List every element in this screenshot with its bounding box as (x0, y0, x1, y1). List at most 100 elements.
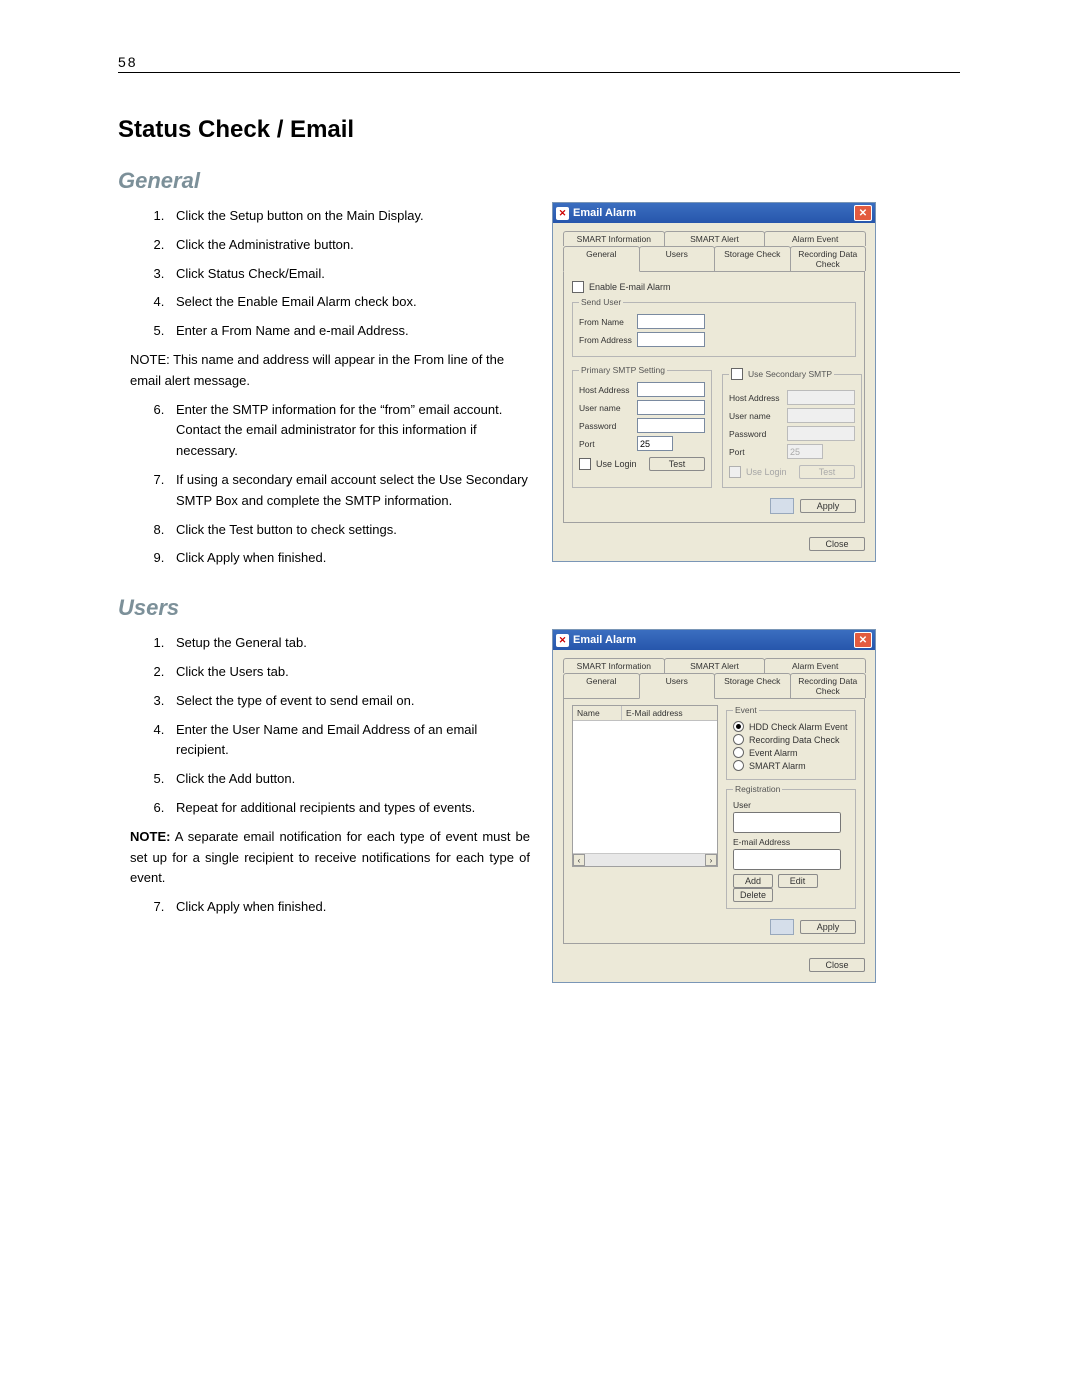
users-layout: Name E-Mail address ‹ › Event (572, 705, 856, 913)
tab-general[interactable]: General (563, 246, 640, 272)
event-hdd-check-radio[interactable]: HDD Check Alarm Event (733, 721, 849, 732)
use-secondary-smtp-checkbox[interactable]: Use Secondary SMTP (731, 368, 832, 380)
dialog-title: Email Alarm (573, 634, 636, 646)
secondary-port-label: Port (729, 447, 787, 457)
tab-smart-information[interactable]: SMART Information (563, 231, 665, 246)
email-alarm-dialog-general: ✕ Email Alarm ✕ SMART Information SMART … (552, 202, 876, 562)
tab-smart-alert[interactable]: SMART Alert (664, 231, 766, 246)
event-group: Event HDD Check Alarm Event Recording Da… (726, 705, 856, 780)
event-option-label: Recording Data Check (749, 735, 840, 745)
send-user-group: Send User From Name From Address (572, 297, 856, 357)
dialog-title: Email Alarm (573, 207, 636, 219)
from-address-input[interactable] (637, 332, 705, 347)
registration-group: Registration User E-mail Address Add Edi… (726, 784, 856, 909)
secondary-host-input[interactable] (787, 390, 855, 405)
tab-storage-check[interactable]: Storage Check (714, 673, 791, 698)
header-rule (118, 72, 960, 73)
reg-email-input[interactable] (733, 849, 841, 870)
section-heading-general: General (118, 168, 960, 194)
primary-host-input[interactable] (637, 382, 705, 397)
tab-alarm-event[interactable]: Alarm Event (764, 231, 866, 246)
primary-pass-input[interactable] (637, 418, 705, 433)
general-steps-1: Click the Setup button on the Main Displ… (130, 206, 530, 342)
use-secondary-smtp-label: Use Secondary SMTP (748, 369, 832, 379)
event-panel: Event HDD Check Alarm Event Recording Da… (726, 705, 856, 913)
tab-general[interactable]: General (563, 673, 640, 698)
smtp-columns: Primary SMTP Setting Host Address User n… (572, 361, 856, 492)
enable-email-alarm-checkbox[interactable]: Enable E-mail Alarm (572, 281, 856, 293)
primary-port-input[interactable] (637, 436, 673, 451)
list-item: Repeat for additional recipients and typ… (168, 798, 530, 819)
from-name-input[interactable] (637, 314, 705, 329)
reg-user-label: User (733, 800, 849, 810)
add-button[interactable]: Add (733, 874, 773, 888)
users-note: NOTE: A separate email notification for … (130, 827, 530, 889)
tab-users[interactable]: Users (639, 246, 716, 271)
secondary-port-input[interactable] (787, 444, 823, 459)
close-button[interactable]: Close (809, 958, 865, 972)
tab-recording-data-check[interactable]: Recording Data Check (790, 673, 867, 698)
secondary-test-button: Test (799, 465, 855, 479)
recipients-scrollbar[interactable]: ‹ › (573, 853, 717, 866)
tab-alarm-event[interactable]: Alarm Event (764, 658, 866, 673)
general-steps-2: Enter the SMTP information for the “from… (130, 400, 530, 570)
list-item: Click the Administrative button. (168, 235, 530, 256)
checkbox-icon (731, 368, 743, 380)
keyboard-icon[interactable] (770, 498, 794, 514)
event-recording-data-radio[interactable]: Recording Data Check (733, 734, 849, 745)
primary-use-login-checkbox[interactable]: Use Login (579, 458, 637, 470)
reg-user-input[interactable] (733, 812, 841, 833)
secondary-use-login-label: Use Login (746, 467, 787, 477)
list-item: Setup the General tab. (168, 633, 530, 654)
primary-user-input[interactable] (637, 400, 705, 415)
keyboard-icon[interactable] (770, 919, 794, 935)
primary-pass-label: Password (579, 421, 637, 431)
dialog-body: SMART Information SMART Alert Alarm Even… (553, 223, 875, 561)
dialog-app-icon: ✕ (556, 207, 569, 220)
delete-button[interactable]: Delete (733, 888, 773, 902)
primary-use-login-label: Use Login (596, 459, 637, 469)
tab-recording-data-check[interactable]: Recording Data Check (790, 246, 867, 271)
apply-button[interactable]: Apply (800, 499, 856, 513)
checkbox-icon (572, 281, 584, 293)
send-user-legend: Send User (579, 297, 623, 307)
radio-icon (733, 747, 744, 758)
list-item: If using a secondary email account selec… (168, 470, 530, 512)
tab-smart-information[interactable]: SMART Information (563, 658, 665, 673)
recipients-list[interactable]: Name E-Mail address ‹ › (572, 705, 718, 867)
dialog-tabs: SMART Information SMART Alert Alarm Even… (563, 231, 865, 271)
dialog-app-icon: ✕ (556, 634, 569, 647)
section-heading-users: Users (118, 595, 960, 621)
primary-host-label: Host Address (579, 385, 637, 395)
secondary-host-label: Host Address (729, 393, 787, 403)
note-text: A separate email notification for each t… (130, 829, 530, 886)
close-icon[interactable]: ✕ (854, 205, 872, 221)
tab-smart-alert[interactable]: SMART Alert (664, 658, 766, 673)
checkbox-icon (729, 466, 741, 478)
general-text: Click the Setup button on the Main Displ… (118, 202, 552, 577)
event-event-alarm-radio[interactable]: Event Alarm (733, 747, 849, 758)
close-icon[interactable]: ✕ (854, 632, 872, 648)
event-smart-alarm-radio[interactable]: SMART Alarm (733, 760, 849, 771)
scroll-left-icon[interactable]: ‹ (573, 854, 585, 866)
secondary-user-input[interactable] (787, 408, 855, 423)
col-name: Name (573, 706, 622, 720)
scroll-track[interactable] (585, 854, 705, 866)
list-item: Click the Add button. (168, 769, 530, 790)
secondary-pass-label: Password (729, 429, 787, 439)
scroll-right-icon[interactable]: › (705, 854, 717, 866)
event-legend: Event (733, 705, 759, 715)
event-option-label: SMART Alarm (749, 761, 806, 771)
secondary-smtp-legend: Use Secondary SMTP (729, 365, 834, 383)
edit-button[interactable]: Edit (778, 874, 818, 888)
dialog-titlebar: ✕ Email Alarm ✕ (553, 630, 875, 650)
apply-button[interactable]: Apply (800, 920, 856, 934)
primary-test-button[interactable]: Test (649, 457, 705, 471)
list-item: Click the Test button to check settings. (168, 520, 530, 541)
tab-users[interactable]: Users (639, 673, 716, 699)
list-item: Enter the User Name and Email Address of… (168, 720, 530, 762)
email-alarm-dialog-users: ✕ Email Alarm ✕ SMART Information SMART … (552, 629, 876, 983)
close-button[interactable]: Close (809, 537, 865, 551)
tab-storage-check[interactable]: Storage Check (714, 246, 791, 271)
secondary-pass-input[interactable] (787, 426, 855, 441)
